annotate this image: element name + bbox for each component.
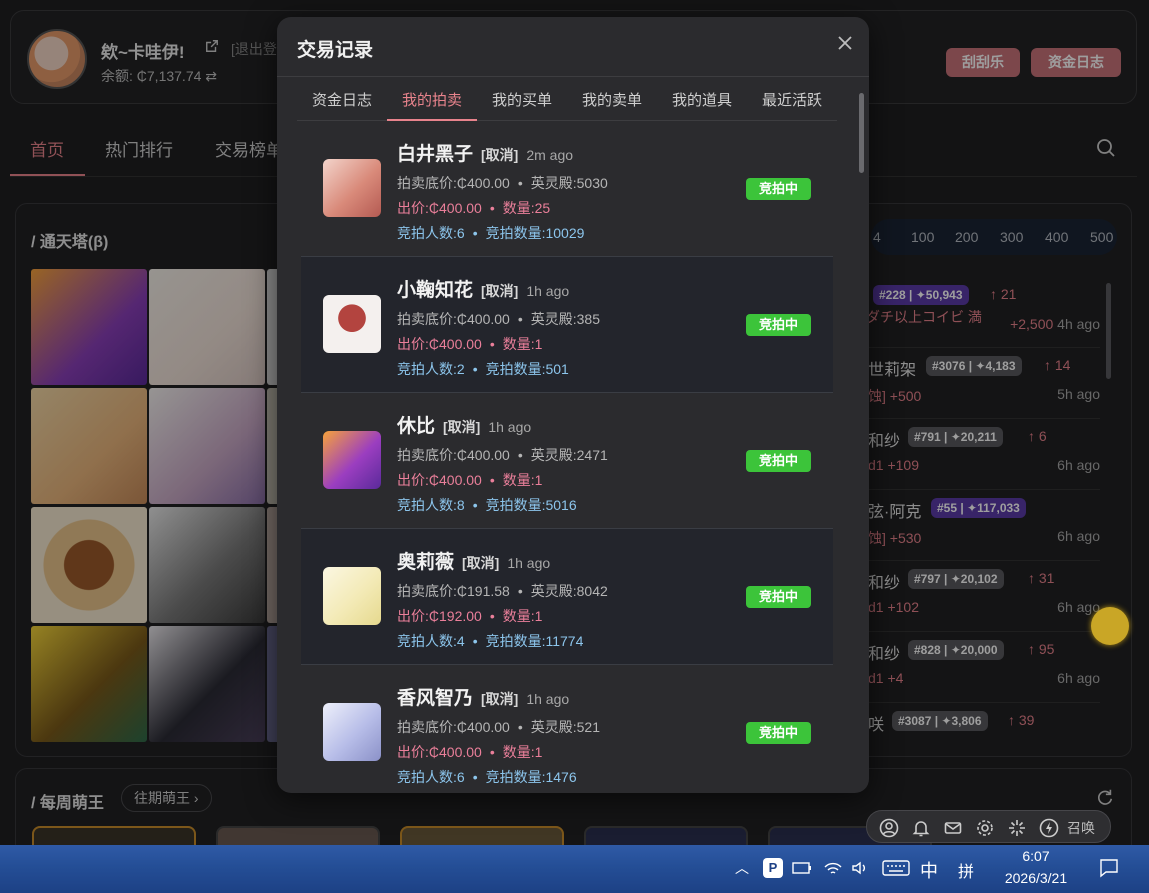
tab-my-auction[interactable]: 我的拍卖 bbox=[387, 89, 477, 121]
bid-line: 出价:₵400.00 • 数量:25 bbox=[397, 200, 551, 216]
auction-row[interactable]: 香风智乃 [取消] 1h ago 拍卖底价:₵400.00 • 英灵殿:521 出价:₵… bbox=[301, 665, 833, 793]
cancel-link[interactable]: [取消] bbox=[481, 147, 518, 163]
keyboard-icon[interactable] bbox=[882, 859, 910, 877]
character-name[interactable]: 小鞠知花 [取消] 1h ago bbox=[397, 275, 569, 302]
auction-row[interactable]: 奥莉薇 [取消] 1h ago 拍卖底价:₵191.58 • 英灵殿:8042 出价:₵… bbox=[301, 529, 833, 665]
character-name[interactable]: 休比 [取消] 1h ago bbox=[397, 411, 531, 438]
trade-record-modal: 交易记录 资金日志 我的拍卖 我的买单 我的卖单 我的道具 最近活跃 白井黑子[… bbox=[277, 17, 869, 793]
volume-icon[interactable] bbox=[850, 859, 870, 877]
cancel-link[interactable]: [取消] bbox=[462, 555, 499, 571]
character-thumbnail[interactable] bbox=[323, 295, 381, 353]
tab-my-buy-orders[interactable]: 我的买单 bbox=[477, 89, 567, 121]
cancel-link[interactable]: [取消] bbox=[481, 283, 518, 299]
character-thumbnail[interactable] bbox=[323, 159, 381, 217]
status-badge: 竞拍中 bbox=[746, 178, 811, 200]
auction-row[interactable]: 小鞠知花 [取消] 1h ago 拍卖底价:₵400.00 • 英灵殿:385 出价:₵… bbox=[301, 257, 833, 393]
character-thumbnail[interactable] bbox=[323, 703, 381, 761]
bell-icon[interactable] bbox=[911, 818, 931, 838]
auction-row[interactable]: 休比 [取消] 1h ago 拍卖底价:₵400.00 • 英灵殿:2471 出价:₵4… bbox=[301, 393, 833, 529]
wifi-icon[interactable] bbox=[823, 859, 843, 877]
user-icon[interactable] bbox=[879, 818, 899, 838]
close-icon[interactable] bbox=[835, 33, 855, 53]
floor-price-line: 拍卖底价:₵400.00 • 英灵殿:385 bbox=[397, 311, 600, 327]
ime-pinyin-indicator[interactable]: 拼 bbox=[958, 858, 974, 882]
time-ago: 1h ago bbox=[488, 419, 532, 435]
bolt-icon[interactable] bbox=[1039, 818, 1059, 838]
modal-title: 交易记录 bbox=[297, 40, 374, 61]
status-badge: 竞拍中 bbox=[746, 314, 811, 336]
bidders-line: 竞拍人数:6 • 竞拍数量:10029 bbox=[397, 225, 585, 241]
bid-line: 出价:₵400.00 • 数量:1 bbox=[397, 744, 543, 760]
modal-scrollbar-thumb[interactable] bbox=[859, 93, 864, 173]
floor-price-line: 拍卖底价:₵400.00 • 英灵殿:5030 bbox=[397, 175, 608, 191]
modal-tabs: 资金日志 我的拍卖 我的买单 我的卖单 我的道具 最近活跃 bbox=[297, 77, 837, 121]
time-ago: 2m ago bbox=[526, 147, 574, 163]
character-name[interactable]: 香风智乃 [取消] 1h ago bbox=[397, 683, 569, 710]
clock-date[interactable]: 2026/3/21 bbox=[996, 870, 1076, 886]
bidders-line: 竞拍人数:2 • 竞拍数量:501 bbox=[397, 361, 569, 377]
character-name[interactable]: 奥莉薇 [取消] 1h ago bbox=[397, 547, 550, 574]
battery-icon[interactable] bbox=[792, 860, 812, 876]
bidders-line: 竞拍人数:8 • 竞拍数量:5016 bbox=[397, 497, 577, 513]
sparkle-icon[interactable] bbox=[1007, 818, 1027, 838]
character-name[interactable]: 白井黑子 [取消] 2m ago bbox=[397, 139, 573, 166]
tab-my-items[interactable]: 我的道具 bbox=[657, 89, 747, 121]
status-badge: 竞拍中 bbox=[746, 450, 811, 472]
status-badge: 竞拍中 bbox=[746, 722, 811, 744]
paypal-tray-icon[interactable]: P bbox=[763, 858, 783, 878]
auction-row[interactable]: 白井黑子 [取消] 2m ago 拍卖底价:₵400.00 • 英灵殿:5030 出价:… bbox=[301, 121, 833, 257]
bidders-line: 竞拍人数:6 • 竞拍数量:1476 bbox=[397, 769, 577, 785]
notification-icon[interactable] bbox=[1098, 857, 1120, 879]
windows-taskbar: ︿ P 中 拼 6:07 2026/3/21 bbox=[0, 845, 1149, 893]
character-thumbnail[interactable] bbox=[323, 567, 381, 625]
bid-line: 出价:₵400.00 • 数量:1 bbox=[397, 472, 543, 488]
bid-line: 出价:₵192.00 • 数量:1 bbox=[397, 608, 543, 624]
modal-scrollbar-track[interactable] bbox=[858, 89, 864, 789]
mail-icon[interactable] bbox=[943, 818, 963, 838]
ime-mode-indicator[interactable]: 中 bbox=[920, 857, 938, 883]
floor-price-line: 拍卖底价:₵400.00 • 英灵殿:521 bbox=[397, 719, 600, 735]
status-badge: 竞拍中 bbox=[746, 586, 811, 608]
floor-price-line: 拍卖底价:₵400.00 • 英灵殿:2471 bbox=[397, 447, 608, 463]
cancel-link[interactable]: [取消] bbox=[443, 419, 480, 435]
tab-fund-log[interactable]: 资金日志 bbox=[297, 89, 387, 121]
clock-time[interactable]: 6:07 bbox=[1000, 848, 1072, 864]
tab-my-sell-orders[interactable]: 我的卖单 bbox=[567, 89, 657, 121]
auction-list: 白井黑子 [取消] 2m ago 拍卖底价:₵400.00 • 英灵殿:5030 出价:… bbox=[301, 121, 833, 793]
tab-recent-active[interactable]: 最近活跃 bbox=[747, 89, 837, 121]
time-ago: 1h ago bbox=[507, 555, 551, 571]
chevron-up-icon[interactable]: ︿ bbox=[735, 858, 749, 878]
time-ago: 1h ago bbox=[526, 283, 570, 299]
character-thumbnail[interactable] bbox=[323, 431, 381, 489]
gear-icon[interactable] bbox=[975, 818, 995, 838]
quick-toolbar: 召唤 bbox=[866, 810, 1111, 843]
bidders-line: 竞拍人数:4 • 竞拍数量:11774 bbox=[397, 633, 584, 649]
floor-price-line: 拍卖底价:₵191.58 • 英灵殿:8042 bbox=[397, 583, 608, 599]
bid-line: 出价:₵400.00 • 数量:1 bbox=[397, 336, 543, 352]
floating-helper-icon[interactable] bbox=[1091, 607, 1129, 645]
cancel-link[interactable]: [取消] bbox=[481, 691, 518, 707]
summon-label[interactable]: 召唤 bbox=[1067, 818, 1095, 838]
time-ago: 1h ago bbox=[526, 691, 570, 707]
